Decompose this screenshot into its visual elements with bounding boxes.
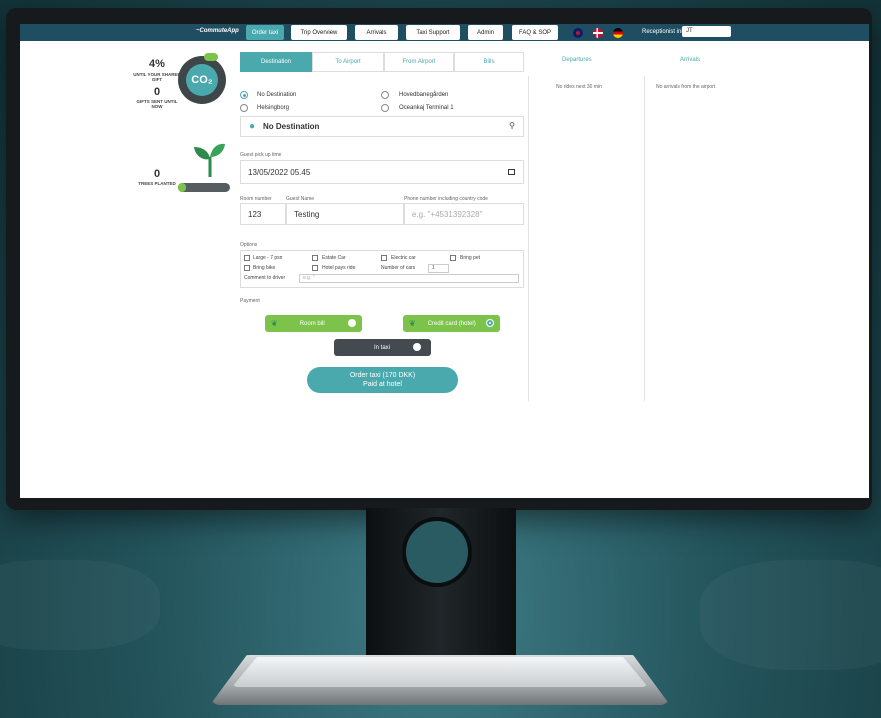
checkbox-estate-car[interactable] bbox=[312, 255, 318, 261]
phone-input[interactable]: e.g. "+4531392328" bbox=[404, 203, 524, 225]
app-screen: ~CommuteApp Order taxi Trip Overview Arr… bbox=[20, 24, 869, 498]
tab-arrivals[interactable]: Arrivals bbox=[355, 25, 398, 40]
monitor: ~CommuteApp Order taxi Trip Overview Arr… bbox=[6, 8, 872, 510]
departures-empty-text: No rides next 30 min bbox=[556, 84, 602, 90]
radio-label: No Destination bbox=[257, 92, 297, 98]
brand-logo: ~CommuteApp bbox=[196, 28, 239, 34]
co2-icon: CO₂ bbox=[186, 64, 218, 96]
sprout-icon: ❦ bbox=[409, 319, 416, 328]
tree-icon bbox=[194, 143, 225, 177]
order-taxi-button[interactable]: Order taxi (170 DKK) Paid at hotel bbox=[307, 367, 458, 393]
cars-label: Number of cars bbox=[381, 265, 416, 271]
uk-flag-icon[interactable] bbox=[573, 28, 583, 38]
room-bill-button[interactable]: ❦ Room bill bbox=[265, 315, 362, 332]
checkbox-electric-car[interactable] bbox=[381, 255, 387, 261]
in-taxi-radio[interactable] bbox=[413, 343, 421, 351]
pickup-time-label: Guest pick up time bbox=[240, 152, 282, 158]
option-label: Bring pet bbox=[460, 255, 481, 261]
phone-label: Phone number including country code bbox=[404, 196, 488, 202]
radio-label: Hovedbanegården bbox=[399, 92, 449, 98]
room-number-input[interactable]: 123 bbox=[240, 203, 286, 225]
checkbox-bring-pet[interactable] bbox=[450, 255, 456, 261]
option-label: Electric car bbox=[391, 255, 416, 261]
germany-flag-icon[interactable] bbox=[613, 28, 623, 38]
monitor-stand-base-top bbox=[232, 657, 648, 687]
pickup-time-value: 13/05/2022 05.45 bbox=[248, 167, 311, 177]
credit-card-button[interactable]: ❦ Credit card (hotel) bbox=[403, 315, 500, 332]
shared-gift-percent: 4% bbox=[149, 58, 165, 70]
location-pin-icon: ● bbox=[249, 121, 256, 132]
radio-hovedbanegarden[interactable] bbox=[381, 91, 389, 99]
arrivals-title: Arrivals bbox=[680, 57, 701, 63]
destination-search-field[interactable]: ● No Destination ⚲ bbox=[240, 116, 524, 137]
arrivals-empty-text: No arrivals from the airport bbox=[656, 84, 716, 90]
trees-count: 0 bbox=[153, 168, 161, 180]
calendar-icon[interactable] bbox=[508, 169, 515, 175]
checkbox-large[interactable] bbox=[244, 255, 250, 261]
denmark-flag-icon[interactable] bbox=[593, 28, 603, 38]
room-number-label: Room number bbox=[240, 196, 272, 202]
radio-helsingborg[interactable] bbox=[240, 104, 248, 112]
radio-label: Helsingborg bbox=[257, 105, 290, 111]
shared-gift-label: UNTIL YOUR SHARED GIFT bbox=[133, 72, 181, 82]
in-taxi-label: In taxi bbox=[374, 344, 391, 351]
subtab-to-airport[interactable]: To Airport bbox=[312, 52, 384, 72]
checkbox-hotel-pays[interactable] bbox=[312, 265, 318, 271]
in-taxi-button[interactable]: In taxi bbox=[334, 339, 431, 356]
departures-title: Departures bbox=[562, 57, 592, 63]
receptionist-initials-input[interactable]: JT bbox=[682, 26, 731, 37]
column-divider bbox=[528, 76, 529, 401]
checkbox-bring-bike[interactable] bbox=[244, 265, 250, 271]
radio-label: Oceankaj Terminal 1 bbox=[399, 105, 454, 111]
search-icon[interactable]: ⚲ bbox=[509, 121, 515, 130]
option-label: Large - 7 psn bbox=[253, 255, 283, 261]
option-label: Estate Car bbox=[322, 255, 346, 261]
credit-card-label: Credit card (hotel) bbox=[427, 320, 476, 327]
subtab-destination[interactable]: Destination bbox=[240, 52, 312, 72]
tab-order-taxi[interactable]: Order taxi bbox=[246, 25, 284, 40]
destination-value: No Destination bbox=[263, 122, 320, 131]
radio-no-destination[interactable] bbox=[240, 91, 248, 99]
option-label: Bring bike bbox=[253, 265, 276, 271]
background-shape bbox=[0, 560, 160, 650]
top-nav: ~CommuteApp Order taxi Trip Overview Arr… bbox=[20, 24, 869, 41]
tab-trip-overview[interactable]: Trip Overview bbox=[291, 25, 347, 40]
tab-taxi-support[interactable]: Taxi Support bbox=[406, 25, 460, 40]
comment-input[interactable]: e.g. " bbox=[299, 274, 519, 283]
subtab-from-airport[interactable]: From Airport bbox=[384, 52, 454, 72]
trees-progress-bar bbox=[178, 183, 230, 192]
sprout-icon: ❦ bbox=[271, 319, 278, 328]
payment-label: Payment bbox=[240, 298, 260, 304]
subtab-bills[interactable]: Bills bbox=[454, 52, 524, 72]
guest-name-label: Guest Name bbox=[286, 196, 315, 202]
tab-faq-sop[interactable]: FAQ & SOP bbox=[512, 25, 558, 40]
credit-card-radio[interactable] bbox=[486, 319, 494, 327]
guest-name-input[interactable]: Testing bbox=[286, 203, 404, 225]
order-taxi-line1: Order taxi (170 DKK) bbox=[349, 372, 416, 379]
option-label: Hotel pays ride bbox=[322, 265, 356, 271]
cars-input[interactable]: 1 bbox=[428, 264, 449, 273]
trees-progress-fill bbox=[178, 183, 186, 192]
comment-label: Comment to driver bbox=[244, 275, 286, 281]
gifts-count: 0 bbox=[153, 86, 161, 98]
column-divider bbox=[644, 76, 645, 401]
tab-admin[interactable]: Admin bbox=[468, 25, 503, 40]
co2-progress-ring: CO₂ bbox=[178, 56, 226, 104]
room-bill-radio[interactable] bbox=[348, 319, 356, 327]
background-shape bbox=[700, 560, 881, 670]
room-bill-label: Room bill bbox=[299, 320, 325, 327]
gifts-label: GIFTS SENT UNTIL NOW bbox=[136, 99, 178, 109]
order-taxi-line2: Paid at hotel bbox=[363, 381, 402, 388]
options-label: Options bbox=[240, 242, 258, 248]
monitor-stand-cable-hole bbox=[402, 517, 472, 587]
trees-label: TREES PLANTED bbox=[138, 181, 176, 186]
radio-oceankaj[interactable] bbox=[381, 104, 389, 112]
co2-progress-arc bbox=[204, 53, 218, 61]
pickup-time-field[interactable]: 13/05/2022 05.45 bbox=[240, 160, 524, 184]
